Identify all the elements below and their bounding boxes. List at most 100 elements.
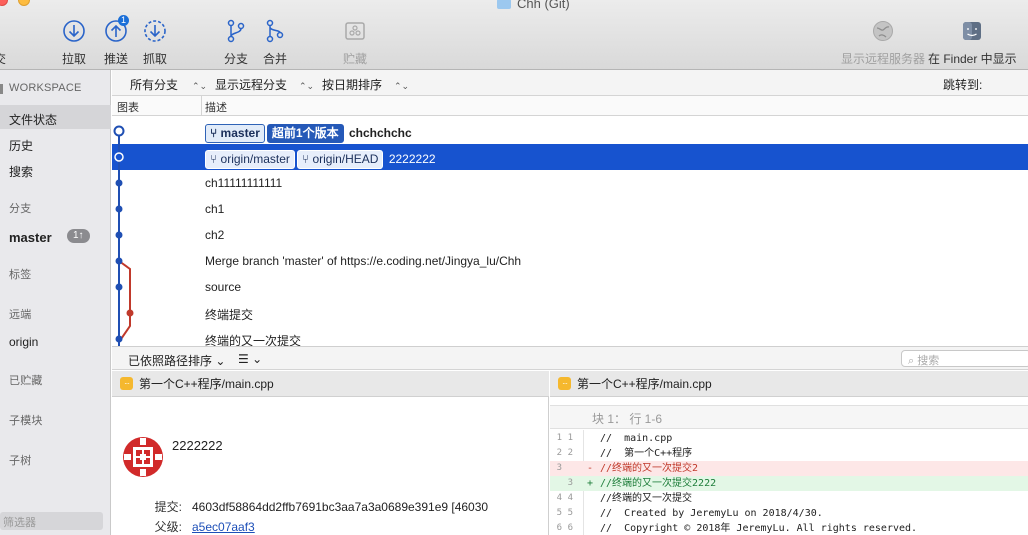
sidebar-stashes-header[interactable]: 已贮藏 [0,372,111,388]
sidebar-tags-header[interactable]: 标签 [0,266,111,282]
jump-to-field[interactable]: 跳转到: [943,76,982,93]
commit-row[interactable]: ch11111111111 [112,170,1028,196]
commit-button[interactable]: 交 [0,16,6,67]
commit-message: ch2 [205,228,225,242]
commit-list-header: 图表 描述 [112,96,1028,116]
diff-pane: ··· 第一个C++程序/main.cpp 块 1： 行 1-6 1 1// ma… [550,371,1028,535]
graph-node [115,283,123,291]
show-remote-branches-dropdown[interactable]: 显示远程分支 ⌃⌄ [215,76,314,93]
column-divider[interactable] [201,96,202,116]
description-column-header[interactable]: 描述 [205,99,227,115]
sidebar-branches-header[interactable]: 分支 [0,200,111,216]
workspace-square-icon [0,84,3,94]
branch-tag[interactable]: ⑂ origin/HEAD [296,150,384,169]
diff-file-header: ··· 第一个C++程序/main.cpp [550,371,1028,397]
fetch-icon [144,20,166,42]
commit-row[interactable]: Merge branch 'master' of https://e.codin… [112,248,1028,274]
graph-merge-line [118,260,131,343]
branch-icon [227,19,245,43]
master-ahead-badge: 1↑ [67,229,90,243]
updown-chevron-icon: ⌃⌄ [299,81,315,91]
commit-row[interactable]: ch1 [112,196,1028,222]
diff-line: 4 4//终端的又一次提交 [556,493,693,504]
sidebar: WORKSPACE 文件状态 历史 搜索 分支 master 1↑ 标签 远端 o… [0,70,111,535]
minimize-window-button[interactable] [18,0,30,6]
commit-message: 终端提交 [205,308,254,322]
commit-message: source [205,280,242,294]
branch-icon: ⑂ [301,152,313,166]
finder-icon [963,22,982,40]
fetch-button[interactable]: 抓取 [143,16,167,67]
diff-line: 2 2// 第一个C++程序 [556,448,693,459]
commit-graph [113,125,134,346]
commit-row[interactable]: ch2 [112,222,1028,248]
commit-hash-row: 提交: 4603df58864dd2ffb7691bc3aa7a3a0689e39… [154,500,489,514]
commit-message: 2222222 [388,152,436,166]
commit-row-selected[interactable]: ⑂ origin/master ⑂ origin/HEAD 2222222 [112,144,1028,170]
branch-tag[interactable]: ⑂ origin/master [205,150,295,169]
merge-icon [266,19,284,43]
graph-node [115,231,123,239]
sidebar-item-history[interactable]: 历史 [0,131,111,155]
graph-node [114,152,124,162]
sidebar-item-file-status[interactable]: 文件状态 [0,105,111,129]
window-title: Chh (Git) [497,0,570,11]
show-in-finder-button[interactable]: 在 Finder 中显示 [928,16,1017,67]
stash-button[interactable]: 贮藏 [343,16,367,67]
sidebar-remotes-header[interactable]: 远端 [0,306,111,322]
commit-row[interactable]: source [112,274,1028,300]
author-avatar [123,437,163,477]
sidebar-item-master[interactable]: master 1↑ [0,229,111,248]
sidebar-subtrees-header[interactable]: 子树 [0,452,111,468]
graph-node-working [113,125,125,137]
view-mode-dropdown[interactable]: ☰ ⌄ [238,352,262,366]
sidebar-item-search[interactable]: 搜索 [0,157,111,181]
branch-button[interactable]: 分支 [224,16,248,67]
graph-node [115,335,123,343]
sidebar-workspace-header: WORKSPACE [0,82,111,98]
commit-row[interactable]: 终端的又一次提交 [112,326,1028,346]
close-window-button[interactable] [0,0,8,6]
commit-message: ch11111111111 [205,176,283,190]
diff-line: 6 6// Copyright © 2018年 JeremyLu. All rig… [556,523,918,534]
branch-tag[interactable]: ⑂ master [205,124,265,143]
parent-hash-link[interactable]: a5ec07aaf3 [192,520,255,534]
toolbar: Chh (Git) 交 拉取 1 推送 抓取 分支 合并 贮藏 显示远程服务器 … [0,0,1028,70]
graph-column-header[interactable]: 图表 [117,99,139,115]
changed-file-row[interactable]: ··· 第一个C++程序/main.cpp [112,371,549,397]
sort-by-date-dropdown[interactable]: 按日期排序 ⌃⌄ [322,76,409,93]
show-remote-button[interactable]: 显示远程服务器 [841,16,925,67]
globe-icon [873,21,893,41]
sidebar-filter-input[interactable]: 筛选器 [0,512,103,530]
commit-message: ch1 [205,202,225,216]
diff-line: 1 1// main.cpp [556,433,673,444]
filter-bar: 所有分支 ⌃⌄ 显示远程分支 ⌃⌄ 按日期排序 ⌃⌄ 跳转到: [112,70,1028,96]
commit-message-detail: 2222222 [172,438,223,453]
all-branches-dropdown[interactable]: 所有分支 ⌃⌄ [130,76,207,93]
sidebar-submodules-header[interactable]: 子模块 [0,412,111,428]
commit-row[interactable]: 终端提交 [112,300,1028,326]
graph-node [115,205,123,213]
file-search-input[interactable]: ⌕ 搜索 [901,350,1028,367]
commit-detail-pane: ··· 第一个C++程序/main.cpp 2222222 提交: 4603df5… [112,371,549,535]
updown-chevron-icon: ⌃⌄ [192,81,208,91]
diff-line: 5 5// Created by JeremyLu on 2018/4/30. [556,508,823,519]
commit-list: ⑂ master 超前1个版本 chchchchc ⑂ origin/master… [112,118,1028,346]
commit-message: chchchchc [348,126,412,140]
pull-icon [63,20,85,42]
modified-file-icon: ··· [558,377,571,390]
push-button[interactable]: 1 推送 [104,15,130,67]
updown-chevron-icon: ⌃⌄ [394,81,410,91]
merge-button[interactable]: 合并 [263,16,287,67]
commit-message: 终端的又一次提交 [205,334,302,346]
pull-button[interactable]: 拉取 [62,16,86,67]
commit-hash: 4603df58864dd2ffb7691bc3aa7a3a0689e391e9… [192,500,489,514]
sidebar-item-origin[interactable]: origin [0,335,111,353]
branch-icon: ⑂ [210,126,221,140]
commit-row[interactable]: ⑂ master 超前1个版本 chchchchc [112,118,1028,144]
commit-message: Merge branch 'master' of https://e.codin… [205,254,522,268]
graph-node [126,309,134,317]
stash-icon [345,22,365,40]
push-count-badge: 1 [118,15,130,26]
sort-by-path-dropdown[interactable]: 已依照路径排序 ⌄ [128,352,225,369]
